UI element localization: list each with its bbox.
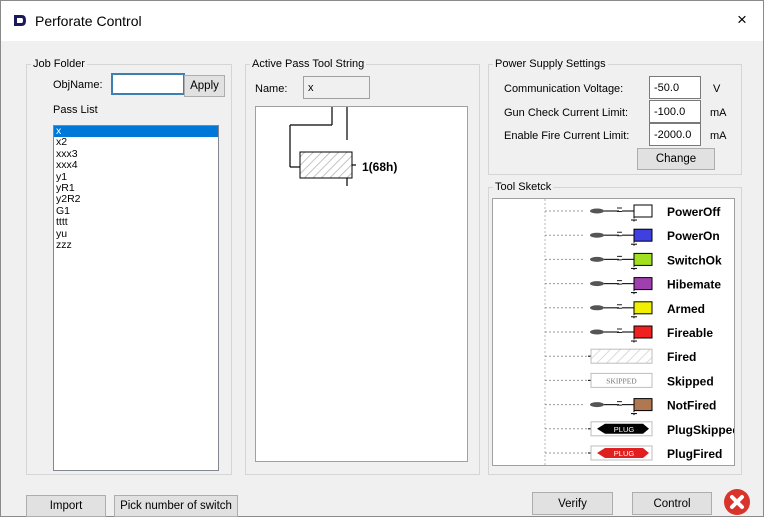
verify-button[interactable]: Verify: [532, 492, 613, 515]
sketch-skipped-text: SKIPPED: [606, 376, 637, 385]
gun-check-unit: mA: [710, 107, 727, 119]
pass-list-item[interactable]: xxx3: [54, 148, 218, 160]
sketch-status-label: PlugSkipped: [667, 423, 735, 437]
sketch-status-box: [633, 325, 653, 339]
pass-list-item[interactable]: zzz: [54, 239, 218, 251]
title-bar: Perforate Control ×: [1, 1, 763, 41]
sketch-status-box: [633, 252, 653, 266]
comm-voltage-unit: V: [713, 83, 721, 95]
sketch-status-box: [633, 398, 653, 412]
perforate-control-window: Perforate Control × Job Folder ObjName: …: [0, 0, 764, 517]
pass-list-label: Pass List: [53, 104, 98, 116]
close-icon[interactable]: ×: [737, 11, 747, 28]
sketch-plug-text: PLUG: [614, 425, 635, 434]
sketch-status-label: PowerOn: [667, 229, 720, 243]
enable-fire-input[interactable]: [649, 123, 701, 146]
sketch-row: PLUG PlugFired: [545, 445, 722, 461]
import-button[interactable]: Import: [26, 495, 106, 517]
tool-sketch-legend: Tool Sketck: [495, 181, 552, 193]
sketch-row: Hibemate: [545, 277, 721, 295]
sketch-wire-plug: [590, 402, 604, 408]
sketch-status-box: [633, 228, 653, 242]
tool-sketch-panel: PowerOff PowerOn SwitchOk Hibemate Armed Fire…: [492, 198, 735, 466]
power-supply-legend: Power Supply Settings: [495, 58, 606, 70]
sketch-status-label: Skipped: [667, 374, 714, 388]
sketch-wire-plug: [590, 281, 604, 287]
pass-list-item[interactable]: y1: [54, 171, 218, 183]
gun-check-input[interactable]: [649, 100, 701, 123]
pass-name-field: [303, 76, 370, 99]
control-button[interactable]: Control: [632, 492, 712, 515]
pass-list-item[interactable]: tttt: [54, 216, 218, 228]
window-title: Perforate Control: [35, 13, 142, 29]
pass-list-item[interactable]: x: [54, 126, 218, 138]
sketch-wire-plug: [590, 256, 604, 262]
sketch-status-box: [633, 204, 653, 218]
app-icon: [14, 15, 26, 26]
pass-list-item[interactable]: yu: [54, 228, 218, 240]
sketch-wire-plug: [590, 208, 604, 214]
sketch-status-label: Fireable: [667, 326, 713, 340]
sketch-row: SwitchOk: [545, 252, 722, 271]
tool-hatch-shape: [299, 151, 353, 179]
sketch-wire-plug: [590, 329, 604, 335]
tool-string-panel: 1(68h): [255, 106, 468, 462]
sketch-status-label: Armed: [667, 302, 705, 316]
active-pass-legend: Active Pass Tool String: [252, 58, 365, 70]
sketch-row: SKIPPED Skipped: [545, 372, 714, 388]
sketch-wire-plug: [590, 305, 604, 311]
sketch-status-label: Fired: [667, 350, 696, 364]
tool-sketch-drawing: PowerOff PowerOn SwitchOk Hibemate Armed Fire…: [544, 199, 735, 465]
sketch-fired-shape: [590, 348, 653, 364]
sketch-status-label: Hibemate: [667, 278, 721, 292]
sketch-status-label: SwitchOk: [667, 253, 722, 267]
job-folder-legend: Job Folder: [33, 58, 85, 70]
enable-fire-label: Enable Fire Current Limit:: [504, 130, 630, 142]
sketch-row: PowerOff: [545, 204, 721, 222]
cancel-icon[interactable]: [723, 488, 751, 516]
sketch-row: Fireable: [545, 325, 713, 343]
gun-check-label: Gun Check Current Limit:: [504, 107, 629, 119]
sketch-status-label: PowerOff: [667, 205, 721, 219]
sketch-row: NotFired: [545, 398, 716, 416]
comm-voltage-input[interactable]: [649, 76, 701, 99]
enable-fire-unit: mA: [710, 130, 727, 142]
apply-button[interactable]: Apply: [184, 75, 225, 97]
sketch-plug-text: PLUG: [614, 449, 635, 458]
pass-list-item[interactable]: xxx4: [54, 159, 218, 171]
objname-label: ObjName:: [53, 79, 103, 91]
sketch-row: PLUG PlugSkipped: [545, 421, 735, 437]
sketch-row: Fired: [545, 348, 696, 364]
sketch-status-box: [633, 301, 653, 315]
pass-list-item[interactable]: x2: [54, 136, 218, 148]
pass-list[interactable]: x x2 xxx3 xxx4 y1 yR1 y2R2 G1 tttt yu zzz: [53, 125, 219, 471]
objname-input[interactable]: [111, 73, 185, 95]
change-button[interactable]: Change: [637, 148, 715, 170]
pass-list-item[interactable]: y2R2: [54, 193, 218, 205]
sketch-status-label: NotFired: [667, 399, 716, 413]
sketch-wire-plug: [590, 232, 604, 238]
tool-string-drawing: [289, 107, 356, 186]
sketch-row: PowerOn: [545, 228, 720, 247]
pick-switch-button[interactable]: Pick number of switch: [114, 495, 238, 517]
sketch-status-label: PlugFired: [667, 447, 722, 461]
tool-label: 1(68h): [362, 160, 398, 174]
comm-voltage-label: Communication Voltage:: [504, 83, 624, 95]
sketch-status-box: [633, 277, 653, 291]
pass-list-item[interactable]: G1: [54, 205, 218, 217]
sketch-row: Armed: [545, 301, 705, 319]
name-label: Name:: [255, 83, 288, 95]
